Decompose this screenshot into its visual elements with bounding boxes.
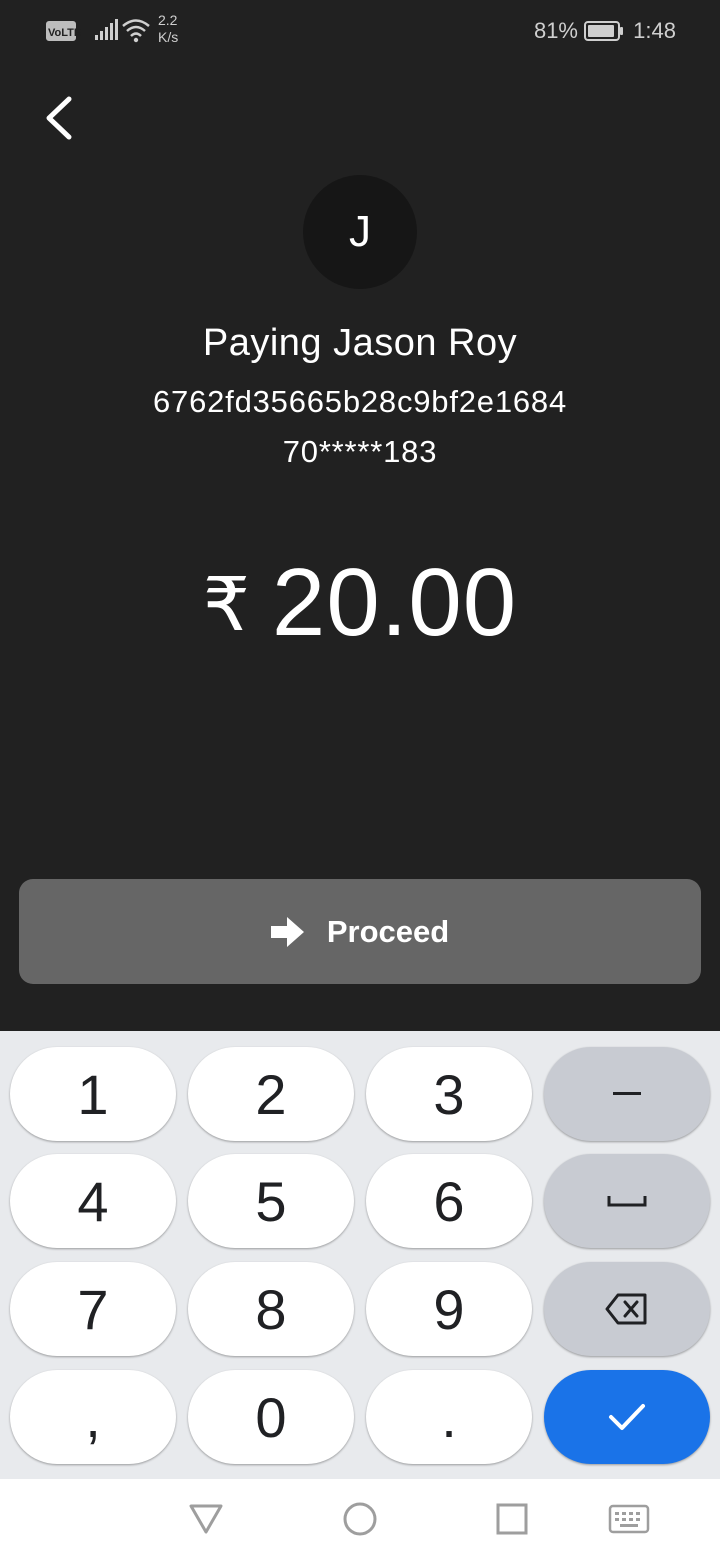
- key-7[interactable]: 7: [10, 1262, 176, 1356]
- key-9[interactable]: 9: [366, 1262, 532, 1356]
- payee-title: Paying Jason Roy: [202, 322, 518, 364]
- key-4[interactable]: 4: [10, 1154, 176, 1248]
- signal-icon: [95, 19, 118, 40]
- nav-recents-button[interactable]: [490, 1497, 534, 1541]
- circle-home-icon: [343, 1502, 377, 1536]
- system-nav-bar: [0, 1479, 720, 1560]
- numeric-keypad: 1 2 3 4 5 6 7 8 9 , 0 .: [0, 1031, 720, 1479]
- nav-keyboard-button[interactable]: [607, 1497, 651, 1541]
- square-recents-icon: [496, 1503, 528, 1535]
- payee-phone: 70*****183: [282, 434, 438, 469]
- minus-icon: [613, 1092, 641, 1095]
- amount-value: 20.00: [271, 549, 518, 656]
- proceed-button[interactable]: Proceed: [19, 879, 701, 984]
- payee-avatar: J: [303, 175, 417, 289]
- network-speed: 2.2 K/s: [158, 12, 178, 46]
- volte-icon: VoLTE: [46, 21, 81, 41]
- chevron-left-icon: [46, 96, 72, 140]
- clock: 1:48: [633, 18, 676, 43]
- backspace-icon: [605, 1293, 647, 1325]
- network-speed-value: 2.2: [158, 12, 178, 28]
- amount-display[interactable]: ₹ 20.00: [0, 548, 720, 658]
- key-3[interactable]: 3: [366, 1047, 532, 1141]
- key-0[interactable]: 0: [188, 1370, 354, 1464]
- key-minus[interactable]: [544, 1047, 710, 1141]
- back-button[interactable]: [28, 88, 88, 148]
- key-5[interactable]: 5: [188, 1154, 354, 1248]
- key-enter[interactable]: [544, 1370, 710, 1464]
- network-speed-unit: K/s: [158, 29, 179, 45]
- space-icon: [607, 1196, 647, 1207]
- key-1[interactable]: 1: [10, 1047, 176, 1141]
- payment-screen: VoLTE 2.2 K/s 81% 1:48 J Paying Jason Ro…: [0, 0, 720, 1560]
- status-bar: VoLTE 2.2 K/s 81% 1:48: [0, 0, 720, 62]
- arrow-right-icon: [270, 916, 304, 947]
- battery-percentage: 81%: [533, 18, 578, 43]
- nav-back-button[interactable]: [184, 1497, 228, 1541]
- keyboard-icon: [608, 1504, 650, 1534]
- nav-home-button[interactable]: [338, 1497, 382, 1541]
- triangle-back-icon: [189, 1504, 223, 1534]
- currency-symbol: ₹: [202, 563, 250, 646]
- key-2[interactable]: 2: [188, 1047, 354, 1141]
- proceed-label: Proceed: [326, 913, 450, 949]
- key-space[interactable]: [544, 1154, 710, 1248]
- battery-icon: [584, 21, 623, 41]
- key-backspace[interactable]: [544, 1262, 710, 1356]
- wifi-icon: [122, 19, 150, 43]
- key-6[interactable]: 6: [366, 1154, 532, 1248]
- key-comma[interactable]: ,: [10, 1370, 176, 1464]
- key-decimal[interactable]: .: [366, 1370, 532, 1464]
- key-8[interactable]: 8: [188, 1262, 354, 1356]
- check-icon: [609, 1404, 645, 1430]
- payee-upi-id: 6762fd35665b28c9bf2e1684: [153, 384, 567, 419]
